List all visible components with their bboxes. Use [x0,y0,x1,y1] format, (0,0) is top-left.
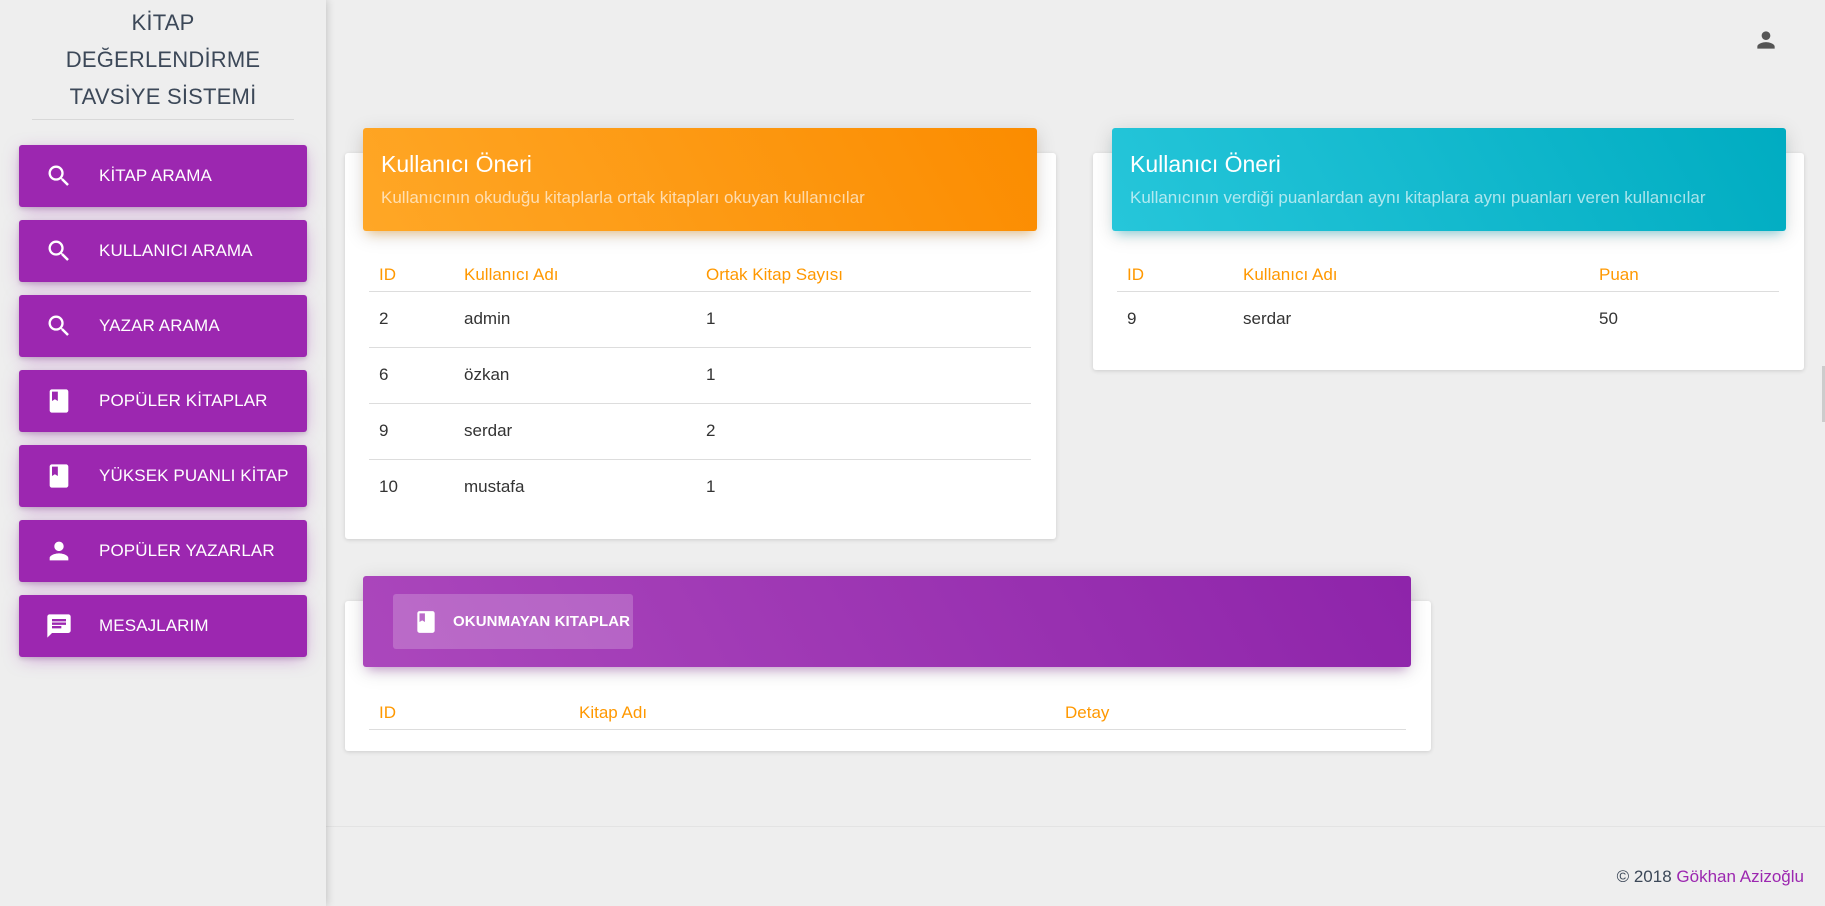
sidebar-item-label: POPÜLER YAZARLAR [99,541,275,560]
sidebar-item-label: MESAJLARIM [99,616,209,635]
footer-copyright: © 2018 [1616,867,1672,886]
sidebar-item-yuksek-puanli-kitap[interactable]: YÜKSEK PUANLI KİTAP [19,445,307,507]
table-row[interactable]: 10 mustafa 1 [369,459,1031,515]
cell-username: admin [454,291,696,348]
cell-common-count: 1 [706,477,716,497]
cell-username: serdar [454,403,696,460]
cell-id: 9 [1127,309,1137,329]
search-icon [41,233,77,269]
column-header-book-name: Kitap Adı [569,697,1055,730]
cell-id: 6 [369,347,454,404]
same-ratings-card-header: Kullanıcı Öneri Kullanıcının verdiği pua… [1112,128,1786,231]
common-books-card-header: Kullanıcı Öneri Kullanıcının okuduğu kit… [363,128,1037,231]
table-row[interactable]: 2 admin 1 [369,291,1031,348]
cell-common-count: 1 [696,291,1031,348]
brand: KİTAP DEĞERLENDİRME TAVSİYE SİSTEMİ [32,0,294,120]
common-books-table: ID Kullanıcı Adı Ortak Kitap Sayısı 2 ad… [369,259,1031,515]
cell-id: 10 [379,477,398,497]
column-header-rating: Puan [1589,259,1779,292]
column-header-common-count: Ortak Kitap Sayısı [696,259,1031,292]
card-title: Kullanıcı Öneri [381,151,532,177]
column-header-id: ID [369,697,569,730]
sidebar-nav: KİTAP ARAMA KULLANICI ARAMA YAZAR ARAMA … [0,145,326,657]
sidebar-item-populer-yazarlar[interactable]: POPÜLER YAZARLAR [19,520,307,582]
search-icon [41,308,77,344]
book-icon [417,610,435,633]
card-subtitle: Kullanıcının verdiği puanlardan aynı kit… [1130,188,1706,207]
search-icon [41,158,77,194]
sidebar-item-yazar-arama[interactable]: YAZAR ARAMA [19,295,307,357]
same-ratings-table: ID Kullanıcı Adı Puan 9 serdar 50 [1117,259,1779,347]
cell-rating: 50 [1599,309,1618,329]
table-row[interactable]: 6 özkan 1 [369,347,1031,404]
sidebar: KİTAP DEĞERLENDİRME TAVSİYE SİSTEMİ KİTA… [0,0,326,906]
cell-id: 2 [369,291,454,348]
sidebar-item-mesajlarim[interactable]: MESAJLARIM [19,595,307,657]
sidebar-item-kullanici-arama[interactable]: KULLANICI ARAMA [19,220,307,282]
card-subtitle: Kullanıcının okuduğu kitaplarla ortak ki… [381,188,865,207]
message-icon [41,608,77,644]
sidebar-item-label: YAZAR ARAMA [99,316,220,335]
cell-id: 9 [369,403,454,460]
footer-text: © 2018 Gökhan Azizoğlu [1617,867,1804,887]
card-title: Kullanıcı Öneri [1130,151,1281,177]
tab-label: OKUNMAYAN KITAPLAR [453,613,631,630]
column-header-username: Kullanıcı Adı [454,259,696,292]
column-header-username: Kullanıcı Adı [1233,259,1589,292]
cell-common-count: 1 [696,347,1031,404]
table-row[interactable]: 9 serdar 2 [369,403,1031,460]
cell-username: mustafa [464,477,525,497]
footer: © 2018 Gökhan Azizoğlu [326,826,1825,906]
sidebar-item-populer-kitaplar[interactable]: POPÜLER KİTAPLAR [19,370,307,432]
table-row[interactable]: 9 serdar 50 [1117,291,1779,347]
column-header-detail: Detay [1055,697,1406,730]
cell-username: özkan [454,347,696,404]
brand-title[interactable]: KİTAP DEĞERLENDİRME TAVSİYE SİSTEMİ [33,4,293,115]
user-menu-button[interactable] [1753,27,1779,53]
footer-author-link[interactable]: Gökhan Azizoğlu [1676,867,1804,886]
tab-unread-books[interactable]: OKUNMAYAN KITAPLAR [393,594,633,649]
cell-common-count: 2 [696,403,1031,460]
column-header-id: ID [1117,259,1233,292]
cell-username: serdar [1243,309,1292,329]
sidebar-item-label: POPÜLER KİTAPLAR [99,391,268,410]
book-icon [41,383,77,419]
person-icon [41,533,77,569]
unread-books-table: ID Kitap Adı Detay [369,697,1406,730]
main-panel: ID Kullanıcı Adı Ortak Kitap Sayısı 2 ad… [326,0,1825,906]
unread-books-card-header: OKUNMAYAN KITAPLAR [363,576,1411,667]
sidebar-item-label: YÜKSEK PUANLI KİTAP [99,466,289,485]
sidebar-item-label: KULLANICI ARAMA [99,241,253,260]
sidebar-item-label: KİTAP ARAMA [99,166,212,185]
sidebar-item-kitap-arama[interactable]: KİTAP ARAMA [19,145,307,207]
person-icon [1757,31,1775,49]
column-header-id: ID [369,259,454,292]
book-icon [41,458,77,494]
